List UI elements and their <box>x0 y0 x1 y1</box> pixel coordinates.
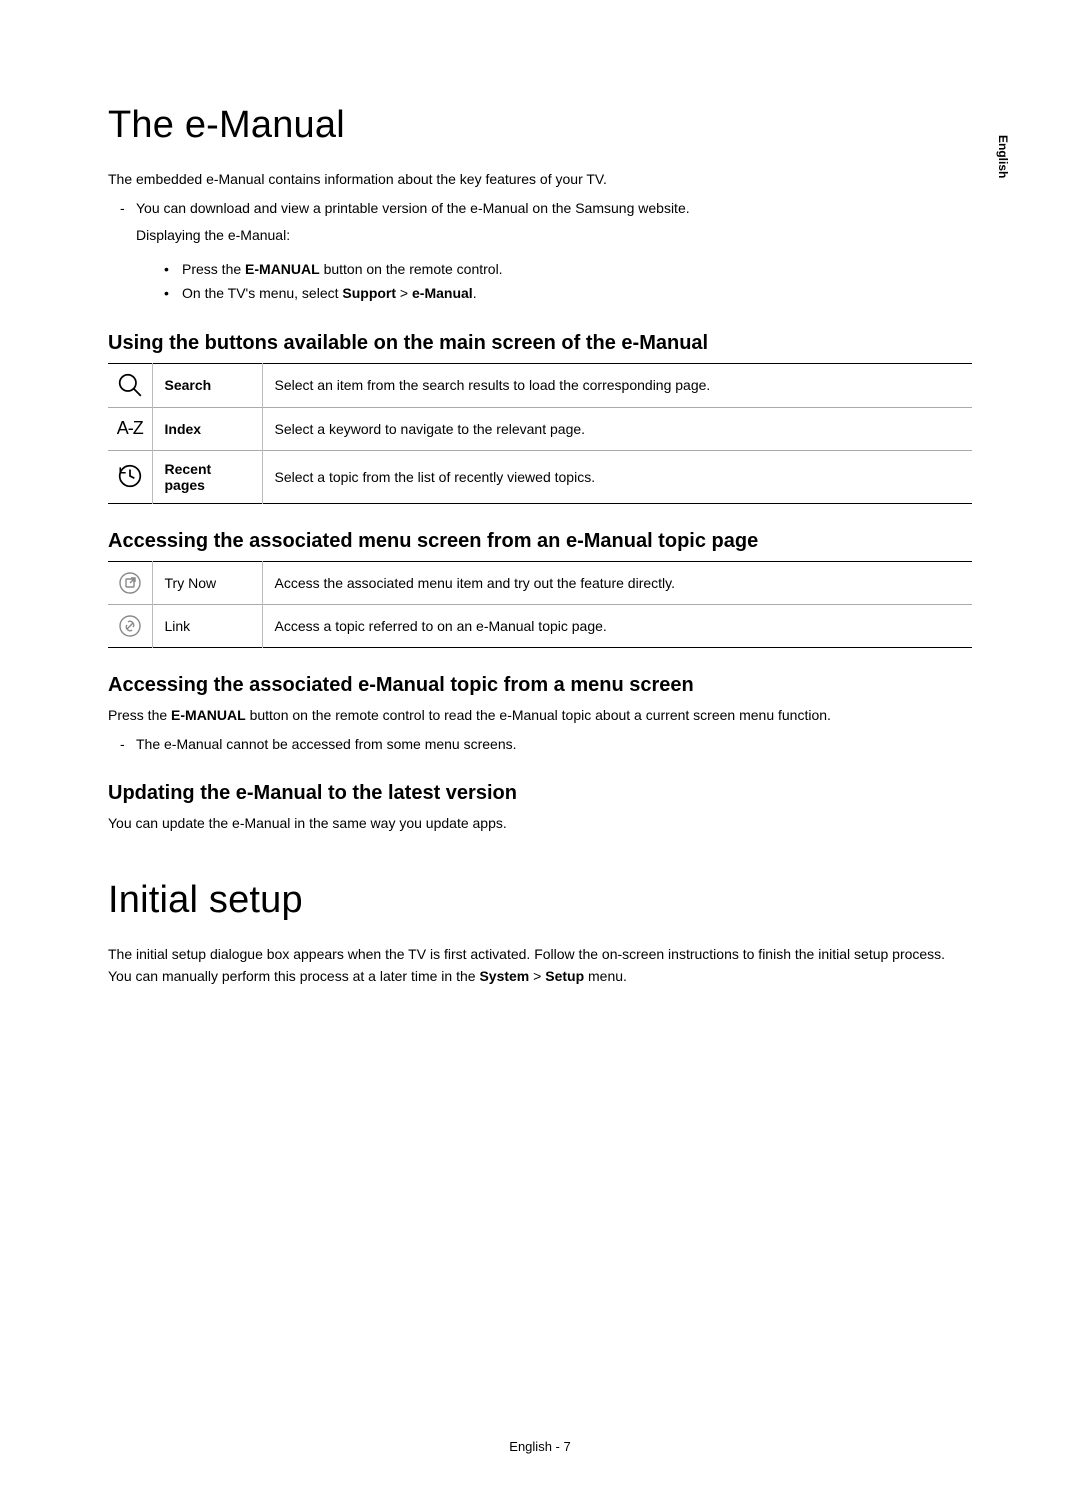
index-icon: A-Z <box>115 414 145 444</box>
download-note-list: You can download and view a printable ve… <box>108 197 972 306</box>
menu-access-table: Try Now Access the associated menu item … <box>108 561 972 648</box>
text-fragment: . <box>473 285 477 301</box>
search-icon <box>115 370 145 400</box>
row-label: Recent pages <box>152 450 262 503</box>
subhead-from-menu: Accessing the associated e-Manual topic … <box>108 674 972 697</box>
section-title-emanual: The e-Manual <box>108 104 972 147</box>
page-footer: English - 7 <box>0 1439 1080 1454</box>
icon-cell <box>108 604 152 647</box>
text-fragment: button on the remote control to read the… <box>246 707 831 723</box>
table-row: Link Access a topic referred to on an e-… <box>108 604 972 647</box>
icon-cell <box>108 363 152 407</box>
recent-pages-icon <box>115 461 145 491</box>
download-note-item: You can download and view a printable ve… <box>120 197 972 306</box>
table-row: Try Now Access the associated menu item … <box>108 561 972 604</box>
table-row: A-Z Index Select a keyword to navigate t… <box>108 407 972 450</box>
subhead-buttons: Using the buttons available on the main … <box>108 332 972 355</box>
from-menu-note-list: The e-Manual cannot be accessed from som… <box>108 733 972 757</box>
text-fragment: > <box>396 285 412 301</box>
row-desc: Select an item from the search results t… <box>262 363 972 407</box>
row-desc: Access a topic referred to on an e-Manua… <box>262 604 972 647</box>
intro-text: The embedded e-Manual contains informati… <box>108 169 972 191</box>
icon-cell: A-Z <box>108 407 152 450</box>
row-desc: Select a topic from the list of recently… <box>262 450 972 503</box>
display-method-item: Press the E-MANUAL button on the remote … <box>164 258 972 282</box>
link-icon <box>115 611 145 641</box>
table-row: Search Select an item from the search re… <box>108 363 972 407</box>
section-title-initial-setup: Initial setup <box>108 879 972 922</box>
row-desc: Access the associated menu item and try … <box>262 561 972 604</box>
displaying-line: Displaying the e-Manual: <box>136 224 972 248</box>
subhead-updating: Updating the e-Manual to the latest vers… <box>108 782 972 805</box>
text-fragment: menu. <box>584 968 627 984</box>
document-page: English The e-Manual The embedded e-Manu… <box>0 0 1080 1494</box>
display-method-item: On the TV's menu, select Support > e-Man… <box>164 282 972 306</box>
initial-setup-text: The initial setup dialogue box appears w… <box>108 944 972 987</box>
emanual-menu-label: e-Manual <box>412 285 473 301</box>
row-desc: Select a keyword to navigate to the rele… <box>262 407 972 450</box>
text-fragment: button on the remote control. <box>320 261 503 277</box>
text-fragment: Press the <box>108 707 171 723</box>
from-menu-note-item: The e-Manual cannot be accessed from som… <box>120 733 972 757</box>
row-label: Search <box>152 363 262 407</box>
buttons-table: Search Select an item from the search re… <box>108 363 972 504</box>
language-tab: English <box>996 135 1010 178</box>
emanual-button-label: E-MANUAL <box>245 261 320 277</box>
row-label: Index <box>152 407 262 450</box>
updating-text: You can update the e-Manual in the same … <box>108 813 972 835</box>
from-menu-note-text: The e-Manual cannot be accessed from som… <box>136 736 517 752</box>
text-fragment: Press the <box>182 261 245 277</box>
system-menu-label: System <box>479 968 529 984</box>
download-note-text: You can download and view a printable ve… <box>136 200 690 216</box>
icon-cell <box>108 561 152 604</box>
display-methods-list: Press the E-MANUAL button on the remote … <box>136 258 972 306</box>
text-fragment: On the TV's menu, select <box>182 285 342 301</box>
row-label: Link <box>152 604 262 647</box>
try-now-icon <box>115 568 145 598</box>
table-row: Recent pages Select a topic from the lis… <box>108 450 972 503</box>
subhead-menu-screen: Accessing the associated menu screen fro… <box>108 530 972 553</box>
support-menu-label: Support <box>342 285 396 301</box>
text-fragment: > <box>529 968 545 984</box>
row-label: Try Now <box>152 561 262 604</box>
emanual-button-label: E-MANUAL <box>171 707 246 723</box>
from-menu-text: Press the E-MANUAL button on the remote … <box>108 705 972 727</box>
setup-menu-label: Setup <box>545 968 584 984</box>
icon-cell <box>108 450 152 503</box>
